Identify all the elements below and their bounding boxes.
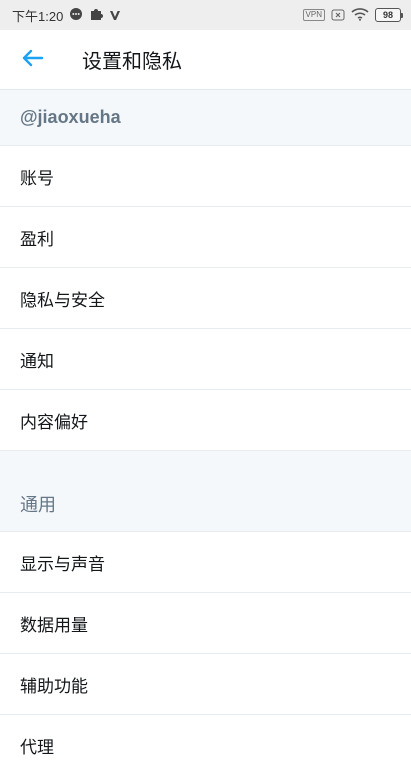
arrow-left-icon [21, 49, 44, 71]
status-right: VPN 98 [302, 6, 403, 25]
v-logo-icon [109, 6, 121, 25]
status-bar: 下午1:20 VPN 98 [0, 0, 411, 30]
settings-item-display-sound[interactable]: 显示与声音 [0, 532, 411, 593]
settings-item-notifications[interactable]: 通知 [0, 329, 411, 390]
settings-item-accessibility[interactable]: 辅助功能 [0, 654, 411, 715]
battery-level: 98 [375, 8, 401, 22]
settings-screen: 下午1:20 VPN 98 设置和隐私 @jiaoxueha 账号 盈利 隐私与… [0, 0, 411, 767]
status-left: 下午1:20 [12, 6, 121, 25]
back-button[interactable] [0, 30, 64, 90]
chat-bubble-icon [69, 6, 83, 25]
settings-item-proxy[interactable]: 代理 [0, 715, 411, 767]
account-handle-header: @jiaoxueha [0, 90, 411, 146]
settings-item-content-preferences[interactable]: 内容偏好 [0, 390, 411, 451]
status-time: 下午1:20 [12, 8, 64, 24]
battery-indicator: 98 [375, 8, 403, 22]
puzzle-icon [89, 6, 104, 25]
wifi-icon [351, 6, 369, 25]
settings-item-privacy-safety[interactable]: 隐私与安全 [0, 268, 411, 329]
app-bar: 设置和隐私 [0, 30, 411, 90]
battery-tip [401, 12, 403, 18]
settings-item-data-usage[interactable]: 数据用量 [0, 593, 411, 654]
no-sim-icon [331, 6, 345, 25]
settings-item-monetization[interactable]: 盈利 [0, 207, 411, 268]
vpn-indicator: VPN [302, 9, 325, 21]
section-gap [0, 451, 411, 476]
general-section-header: 通用 [0, 476, 411, 532]
settings-item-account[interactable]: 账号 [0, 146, 411, 207]
page-title: 设置和隐私 [82, 49, 182, 73]
settings-list: @jiaoxueha 账号 盈利 隐私与安全 通知 内容偏好 通用 显示与声音 … [0, 90, 411, 767]
